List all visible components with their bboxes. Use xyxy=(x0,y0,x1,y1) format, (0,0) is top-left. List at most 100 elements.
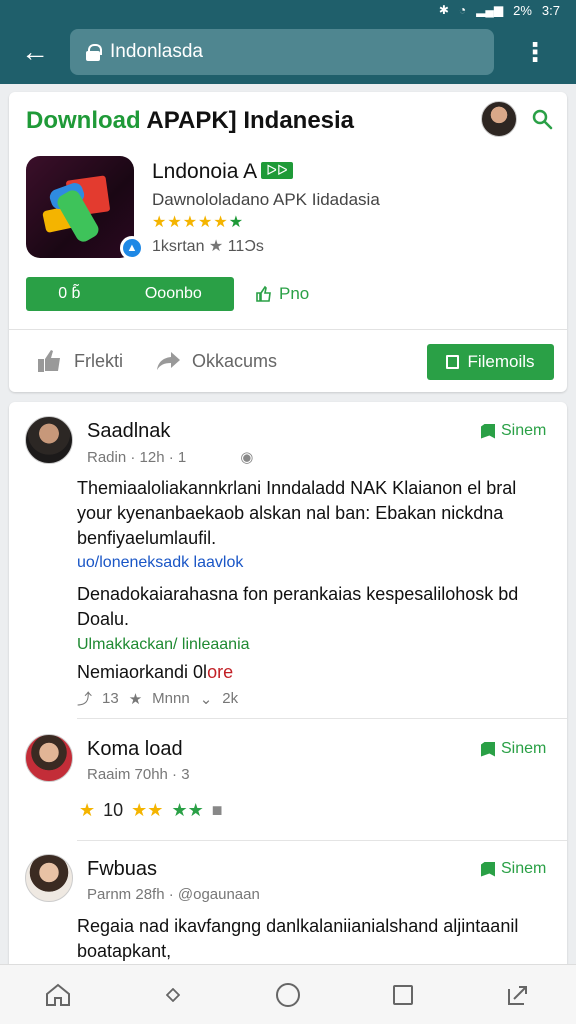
url-bar[interactable]: Indonlasda xyxy=(70,29,494,75)
wifi-icon: ◔ xyxy=(458,3,467,17)
follow-link-label: Sinem xyxy=(501,422,547,439)
site-title[interactable]: Download APAPK] Indanesia xyxy=(26,107,354,135)
follow-link[interactable]: Sinem xyxy=(481,860,546,878)
green-star: ★ xyxy=(228,214,245,231)
home-icon[interactable] xyxy=(28,973,88,1017)
comment-item: Saadlnak Radin · 12h · 1 ◉ Sinem Themiaal… xyxy=(9,402,567,718)
comment-note-text: Nemiaorkandi 0l xyxy=(77,662,208,682)
follow-icon xyxy=(481,423,495,439)
install-button-left: 0 ɓ̃ xyxy=(58,285,81,302)
comment-meta: Parnm 28fh · @ogaunaan xyxy=(87,886,260,903)
app-meta-right: 11Ɔs xyxy=(227,238,264,255)
comment-author[interactable]: Saadlnak xyxy=(87,420,170,443)
user-avatar[interactable] xyxy=(481,101,517,137)
comment-meta: Raaim 70hh · 3 xyxy=(87,766,190,783)
bluetooth-icon: ✱ xyxy=(438,3,449,17)
follow-link[interactable]: Sinem xyxy=(481,422,546,440)
comment-body: Regaia nad ikavfangng danlkalaniianialsh… xyxy=(77,916,519,961)
signal-icon: ▂▄▆ xyxy=(476,3,504,17)
app-rating-stars: ★★★★★★ xyxy=(152,212,244,232)
chevron-down-icon[interactable]: ⌄ xyxy=(200,690,213,708)
verified-icon: ◉ xyxy=(240,449,254,466)
comment-body-2: Denadokaiarahasna fon perankaias kespesa… xyxy=(77,584,519,629)
share-button[interactable]: Okkacums xyxy=(156,344,277,378)
share-count-label: Mnnn xyxy=(152,690,190,707)
comment-author[interactable]: Koma load xyxy=(87,738,183,761)
square-icon[interactable] xyxy=(373,973,433,1017)
comments-card: Saadlnak Radin · 12h · 1 ◉ Sinem Themiaal… xyxy=(9,402,567,972)
follow-button-label: Filemoils xyxy=(467,352,535,371)
star-icon: ★ xyxy=(208,238,224,255)
comment-link[interactable]: uo/loneneksadk laavlok xyxy=(77,554,243,572)
pin-button[interactable]: Pno xyxy=(255,277,309,311)
views-count: 2k xyxy=(222,690,239,707)
status-time: 3:7 xyxy=(541,2,560,18)
bookmark-icon xyxy=(446,355,460,369)
site-title-download: Download xyxy=(26,107,141,134)
lock-icon xyxy=(86,44,102,61)
more-vert-icon[interactable]: ⋮ xyxy=(494,20,576,84)
reply-icon[interactable]: ⤴ xyxy=(77,688,92,709)
url-text: Indonlasda xyxy=(110,41,203,62)
install-button-right: Ooonbo xyxy=(144,285,202,302)
app-name-text: Lndonoia A xyxy=(152,160,258,183)
comment-note-red: ore xyxy=(207,662,234,682)
app-developer: Dawnololadano APK Iidadasia xyxy=(152,190,380,209)
comment-meta-text: Radin · 12h · 1 xyxy=(87,449,187,466)
like-label: Frlekti xyxy=(74,350,123,371)
like-icon xyxy=(38,350,60,372)
follow-icon xyxy=(481,861,495,877)
yellow-stars: ★★★★★ xyxy=(152,214,229,231)
app-icon[interactable] xyxy=(26,156,134,258)
bottom-navigation xyxy=(0,964,576,1024)
verified-badge-icon: ▲ xyxy=(120,236,144,260)
search-icon[interactable] xyxy=(531,108,553,130)
share-arrow-icon xyxy=(157,352,180,370)
thumbs-up-icon xyxy=(256,285,271,302)
comment-note: Nemiaorkandi 0lore xyxy=(77,660,547,685)
diamond-icon[interactable] xyxy=(143,973,203,1017)
star-icon: ★★ xyxy=(131,800,164,820)
comment-actions: ⤴ 13 ★ Mnnn ⌄ 2k xyxy=(77,688,238,709)
follow-icon xyxy=(481,741,495,757)
star-icon[interactable]: ★ xyxy=(129,690,142,708)
green-star-icon: ★★ xyxy=(171,800,204,820)
avatar[interactable] xyxy=(25,416,73,464)
app-name: Lndonoia A ᐅᐅ xyxy=(152,160,293,184)
badge-icon: ■ xyxy=(211,800,223,820)
comment-divider xyxy=(77,718,567,719)
app-meta-left: 1ksrtan xyxy=(152,238,205,255)
app-name-badge: ᐅᐅ xyxy=(261,162,293,179)
card-divider xyxy=(9,329,567,330)
comment-item: Koma load Raaim 70hh · 3 Sinem xyxy=(9,720,567,840)
rating-value: 10 xyxy=(103,800,124,820)
app-info: ▲ Lndonoia A ᐅᐅ Dawnololadano APK Iidadas… xyxy=(26,156,556,266)
app-card: Download APAPK] Indanesia ▲ Lndonoia A ᐅᐅ… xyxy=(9,92,567,392)
share-icon[interactable] xyxy=(488,973,548,1017)
app-meta: 1ksrtan ★ 11Ɔs xyxy=(152,236,264,256)
follow-button[interactable]: Filemoils xyxy=(427,344,554,380)
site-title-rest: APAPK] Indanesia xyxy=(140,107,355,134)
avatar[interactable] xyxy=(25,734,73,782)
avatar[interactable] xyxy=(25,854,73,902)
like-button[interactable]: Frlekti xyxy=(36,344,123,378)
star-icon: ★ xyxy=(79,800,96,820)
back-arrow-icon[interactable]: ← xyxy=(0,20,70,84)
reply-count: 13 xyxy=(102,690,119,707)
follow-link-label: Sinem xyxy=(501,860,547,877)
pin-button-label: Pno xyxy=(279,284,310,303)
follow-link[interactable]: Sinem xyxy=(481,740,546,758)
comment-meta: Radin · 12h · 1 ◉ xyxy=(87,448,253,466)
comment-link-2[interactable]: Ulmakkackan/ linleaania xyxy=(77,636,250,654)
follow-link-label: Sinem xyxy=(501,740,547,757)
rating-row: ★ 10 ★★ ★★ ■ xyxy=(79,800,223,821)
battery-text: 2% xyxy=(513,2,532,18)
circle-icon[interactable] xyxy=(258,973,318,1017)
comment-body: Themiaaloliakannkrlani Inndaladd NAK Kla… xyxy=(77,478,517,548)
browser-toolbar: ← Indonlasda ⋮ xyxy=(0,20,576,84)
comment-author[interactable]: Fwbuas xyxy=(87,858,157,881)
status-bar: ✱ ◔ ▂▄▆ 2% 3:7 xyxy=(0,0,576,20)
comment-item: Fwbuas Parnm 28fh · @ogaunaan Sinem Rega… xyxy=(9,840,567,972)
install-button[interactable]: 0 ɓ̃ Ooonbo xyxy=(26,277,234,311)
share-label: Okkacums xyxy=(192,350,278,371)
